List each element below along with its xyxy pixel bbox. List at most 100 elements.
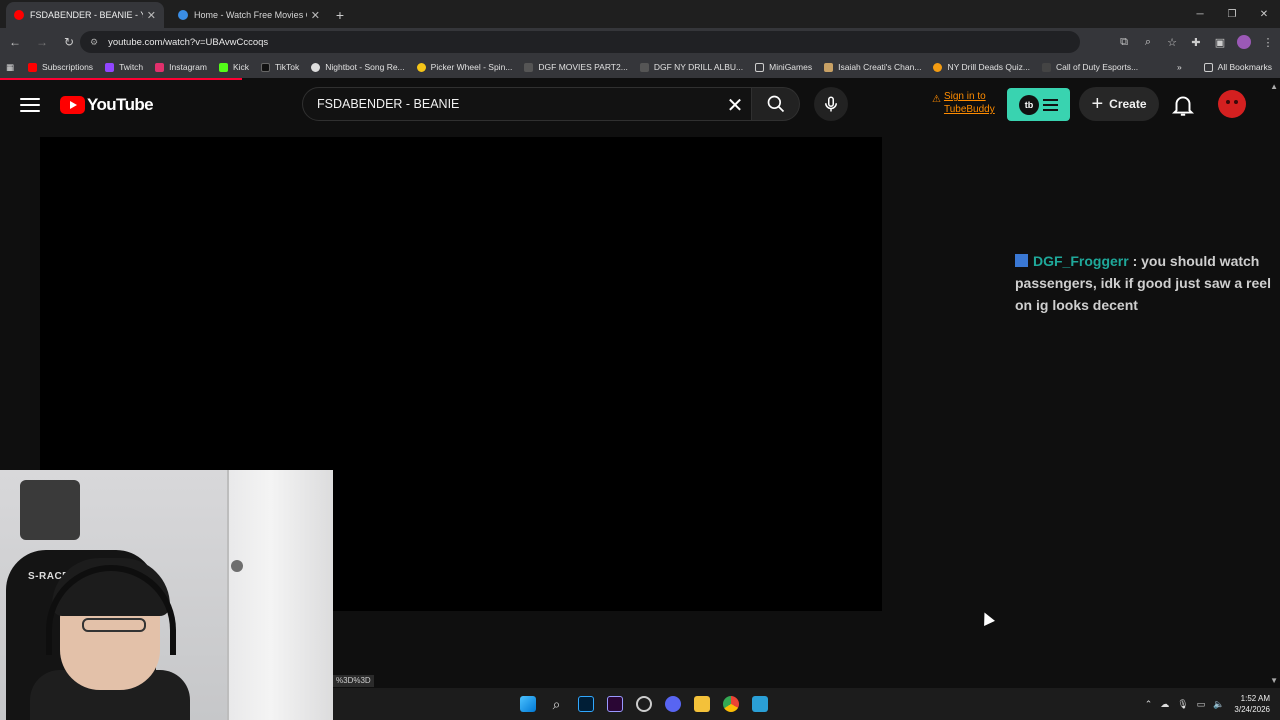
guide-menu-icon[interactable] — [20, 95, 40, 115]
instagram-icon — [155, 62, 165, 72]
tubebuddy-signin-link[interactable]: ⚠ Sign in to TubeBuddy — [932, 90, 995, 116]
side-panel-icon[interactable]: ▣ — [1208, 30, 1232, 54]
notifications-bell-icon[interactable] — [1170, 92, 1196, 118]
scroll-down-arrow-icon[interactable]: ▼ — [1270, 676, 1278, 685]
toolbar-right: ⧉ ⌕ ☆ ✚ ▣ ⋮ — [1112, 28, 1280, 56]
minimize-icon[interactable]: ─ — [1184, 0, 1216, 28]
bookmark-star-icon[interactable]: ☆ — [1160, 30, 1184, 54]
tray-overflow-icon[interactable]: ⌃ — [1145, 699, 1153, 710]
bookmark-isaiah[interactable]: Isaiah Creati's Chan... — [824, 62, 921, 72]
voice-search-button[interactable] — [814, 87, 848, 121]
network-icon[interactable]: ▭ — [1197, 699, 1206, 710]
back-icon[interactable]: ← — [3, 30, 27, 54]
tiktok-icon — [261, 62, 271, 72]
folder-icon — [755, 62, 765, 72]
bookmark-nightbot[interactable]: Nightbot - Song Re... — [311, 62, 405, 72]
restore-icon[interactable]: ❐ — [1216, 0, 1248, 28]
bookmark-label: TikTok — [275, 62, 300, 72]
tab-title: FSDABENDER - BEANIE - YouTu — [30, 10, 143, 20]
onedrive-icon[interactable]: ☁ — [1160, 699, 1169, 710]
folder-glyph — [693, 696, 710, 712]
chrome-glyph — [722, 696, 739, 712]
scroll-up-arrow-icon[interactable]: ▲ — [1270, 82, 1278, 91]
bookmark-minigames[interactable]: MiniGames — [755, 62, 812, 72]
clock-time: 1:52 AM — [1240, 694, 1270, 703]
extensions-icon[interactable]: ✚ — [1184, 30, 1208, 54]
cod-icon — [1041, 62, 1051, 72]
kick-icon — [218, 62, 228, 72]
taskbar-apps: ⌕ — [513, 688, 774, 720]
youtube-header: YouTube FSDABENDER - BEANIE ✕ ⚠ Sign in … — [0, 80, 1280, 130]
url-bar[interactable]: ⚙ youtube.com/watch?v=UBAvwCccoqs — [80, 31, 1080, 53]
bookmark-picker-wheel[interactable]: Picker Wheel - Spin... — [416, 62, 512, 72]
quiz-icon — [933, 62, 943, 72]
close-tab-icon[interactable]: ✕ — [147, 9, 156, 22]
close-tab-icon[interactable]: ✕ — [311, 9, 320, 22]
tab-youtube[interactable]: FSDABENDER - BEANIE - YouTu ✕ — [6, 2, 164, 28]
bookmark-kick[interactable]: Kick — [218, 62, 249, 72]
chrome-icon[interactable] — [716, 688, 745, 720]
close-window-icon[interactable]: ✕ — [1248, 0, 1280, 28]
youtube-favicon-icon — [14, 10, 24, 20]
discord-glyph — [664, 696, 681, 712]
clock-date: 3/24/2026 — [1234, 705, 1270, 714]
bookmark-cod-esports[interactable]: Call of Duty Esports... — [1041, 62, 1139, 72]
notepad-icon[interactable] — [745, 688, 774, 720]
link-status-bar: %3D%3D — [333, 675, 374, 687]
all-bookmarks-button[interactable]: All Bookmarks — [1203, 62, 1272, 72]
file-explorer-icon[interactable] — [687, 688, 716, 720]
windows-start-icon[interactable] — [513, 688, 542, 720]
bookmark-label: Instagram — [169, 62, 207, 72]
create-button[interactable]: + Create — [1079, 87, 1159, 121]
window-controls: ─ ❐ ✕ — [1184, 0, 1280, 28]
search-input[interactable]: FSDABENDER - BEANIE — [302, 87, 752, 121]
more-bookmarks-icon[interactable]: » — [1177, 62, 1182, 72]
menu-kebab-icon[interactable]: ⋮ — [1256, 30, 1280, 54]
tubebuddy-menu-button[interactable]: tb — [1007, 88, 1070, 121]
new-tab-button[interactable]: + — [328, 2, 352, 28]
obs-icon[interactable] — [629, 688, 658, 720]
bookmark-label: NY Drill Deads Quiz... — [947, 62, 1030, 72]
tubebuddy-logo-icon: tb — [1019, 94, 1039, 115]
bookmark-ny-drill-quiz[interactable]: NY Drill Deads Quiz... — [933, 62, 1030, 72]
mic-tray-icon[interactable]: 🎙 — [1177, 699, 1188, 710]
photoshop-icon[interactable] — [571, 688, 600, 720]
microphone-icon — [825, 96, 837, 112]
bookmark-label: Twitch — [119, 62, 144, 72]
nightbot-icon — [311, 62, 321, 72]
webcam-shelf — [20, 480, 80, 540]
bookmark-subscriptions[interactable]: Subscriptions — [28, 62, 93, 72]
install-app-icon[interactable]: ⧉ — [1112, 30, 1136, 54]
premiere-icon[interactable] — [600, 688, 629, 720]
bookmark-label: Call of Duty Esports... — [1055, 62, 1139, 72]
account-avatar[interactable] — [1218, 90, 1246, 118]
system-tray: ⌃ ☁ 🎙 ▭ 🔈 1:52 AM 3/24/2026 — [1141, 688, 1280, 720]
start-glyph — [519, 696, 536, 712]
bookmark-dgf-drill[interactable]: DGF NY DRILL ALBU... — [639, 62, 743, 72]
bookmark-dgf-movies[interactable]: DGF MOVIES PART2... — [524, 62, 628, 72]
taskbar-search-icon[interactable]: ⌕ — [542, 688, 571, 720]
search-button[interactable] — [752, 87, 800, 121]
profile-avatar-icon[interactable] — [1237, 35, 1251, 49]
chat-badge-icon — [1015, 254, 1028, 267]
volume-icon[interactable]: 🔈 — [1213, 699, 1224, 710]
bookmark-tiktok[interactable]: TikTok — [261, 62, 299, 72]
apps-grid-icon[interactable]: ▦ — [6, 62, 14, 73]
browser-tab-bar: FSDABENDER - BEANIE - YouTu ✕ Home - Wat… — [0, 0, 1280, 28]
reload-icon[interactable]: ↻ — [57, 30, 81, 54]
ps-glyph — [577, 696, 594, 712]
discord-icon[interactable] — [658, 688, 687, 720]
forward-icon[interactable]: → — [30, 30, 54, 54]
site-info-icon[interactable]: ⚙ — [90, 37, 98, 48]
bookmark-twitch[interactable]: Twitch — [105, 62, 143, 72]
page-icon — [524, 62, 534, 72]
clock[interactable]: 1:52 AM 3/24/2026 — [1234, 693, 1270, 715]
zoom-icon[interactable]: ⌕ — [1136, 30, 1160, 54]
tab-movies[interactable]: Home - Watch Free Movies On ✕ — [170, 2, 328, 28]
clear-search-icon[interactable]: ✕ — [722, 92, 748, 118]
youtube-logo[interactable]: YouTube — [60, 95, 154, 115]
plus-icon: + — [1091, 93, 1104, 115]
streamer-glasses — [82, 618, 146, 632]
bookmark-instagram[interactable]: Instagram — [155, 62, 207, 72]
warning-icon: ⚠ — [932, 94, 941, 105]
